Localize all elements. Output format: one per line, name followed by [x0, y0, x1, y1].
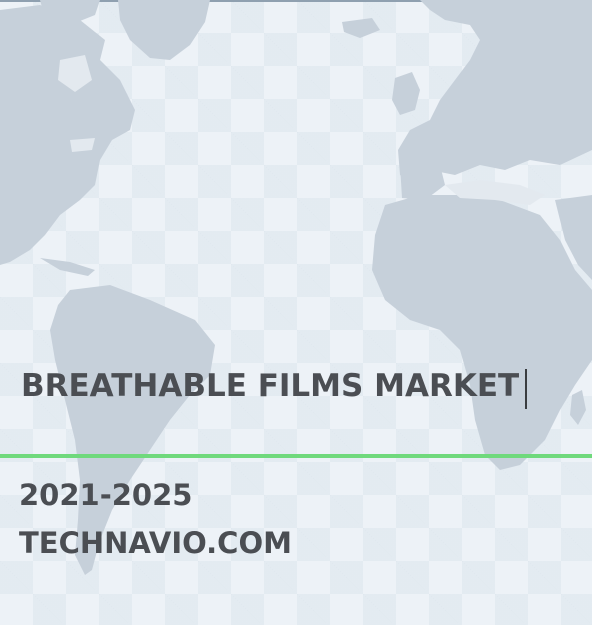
great-lakes-shape: [70, 138, 95, 152]
iceland-shape: [342, 18, 380, 38]
madagascar-shape: [570, 390, 586, 425]
caribbean-shape: [40, 258, 95, 276]
website-label[interactable]: TECHNAVIO.COM: [19, 525, 292, 561]
iberia-shape: [400, 165, 445, 200]
report-cover: BREATHABLE FILMS MARKET 2021-2025 TECHNA…: [0, 0, 592, 625]
greenland-shape: [118, 0, 210, 60]
europe-shape: [398, 0, 592, 185]
report-years: 2021-2025: [19, 478, 193, 512]
british-isles-shape: [392, 72, 420, 115]
divider-line: [0, 454, 592, 458]
north-america-shape: [0, 5, 135, 265]
text-cursor: [525, 369, 527, 409]
africa-shape: [372, 195, 592, 470]
report-title: BREATHABLE FILMS MARKET: [21, 368, 520, 404]
